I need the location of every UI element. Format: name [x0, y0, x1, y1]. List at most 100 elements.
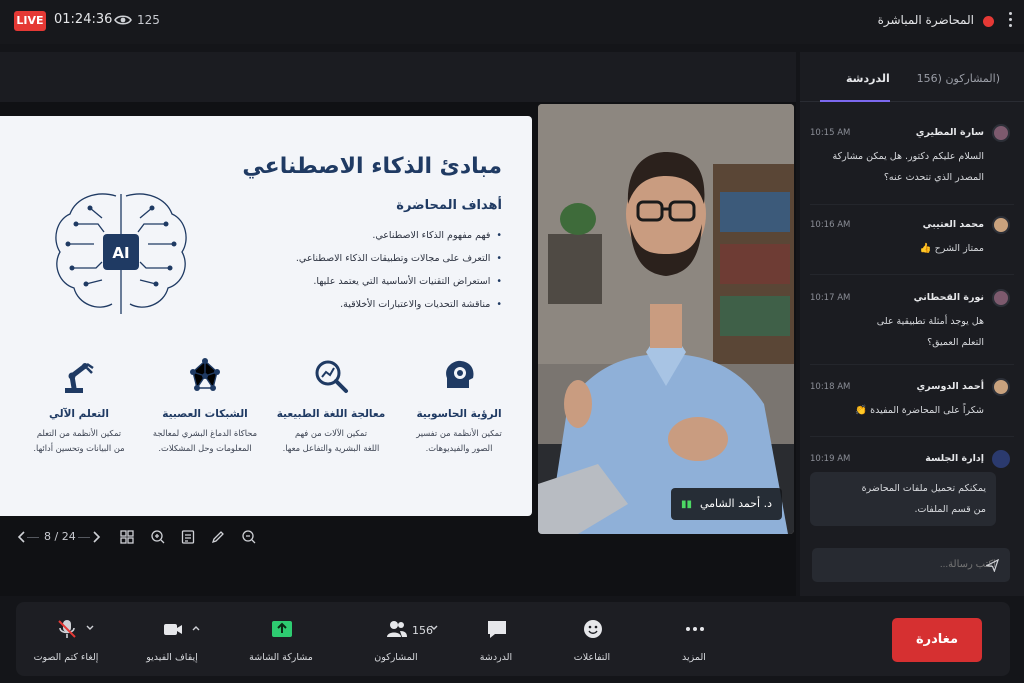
message-divider: [810, 364, 1014, 365]
message-time: 10:15 AM: [810, 128, 851, 138]
chat-message-input[interactable]: [812, 548, 1010, 582]
presentation-slide: مبادئ الذكاء الاصطناعي أهداف المحاضرة فه…: [0, 116, 532, 516]
control-label: المشاركون: [374, 652, 418, 663]
nav-divider: [27, 537, 39, 538]
chat-button[interactable]: الدردشة: [446, 602, 546, 676]
message-time: 10:16 AM: [810, 220, 851, 230]
control-label: مشاركة الشاشة: [249, 652, 313, 663]
message-author: إدارة الجلسة: [925, 453, 984, 464]
send-icon[interactable]: [986, 559, 999, 572]
slide-title: مبادئ الذكاء الاصطناعي: [242, 154, 502, 179]
speaker-video-frame: [538, 104, 794, 534]
message-text: شكراً على المحاضرة المفيدة 👏: [855, 405, 984, 416]
stop-video-button[interactable]: إيقاف الفيديو: [122, 602, 222, 676]
active-tab-indicator: [820, 100, 890, 102]
unmute-button[interactable]: إلغاء كتم الصوت: [16, 602, 116, 676]
participants-button[interactable]: المشاركون: [346, 602, 446, 676]
chevron-down-icon[interactable]: [430, 625, 438, 631]
top-bar: LIVE 01:24:36 125 المحاضرة المباشرة: [0, 0, 1024, 44]
message-text: السلام عليكم دكتور. هل يمكن مشاركة: [832, 151, 984, 162]
recording-dot-icon: [983, 16, 994, 27]
chevron-down-icon[interactable]: [86, 625, 94, 631]
message-divider: [810, 204, 1014, 205]
viewer-count: 125: [137, 13, 160, 27]
message-text: التعلم العميق؟: [927, 337, 984, 348]
feature-neural-networks: الشبكات العصبية محاكاة الدماغ البشري لمع…: [150, 356, 260, 456]
chat-message: أحمد الدوسري 10:18 AM شكراً على المحاضرة …: [810, 378, 1014, 421]
speaker-video[interactable]: د. أحمد الشامي ▮▮: [538, 104, 794, 534]
chat-message: سارة المطيري 10:15 AM السلام عليكم دكتور.…: [810, 124, 1014, 188]
message-text: من قسم الملفات.: [914, 504, 986, 515]
feature-desc: من البيانات وتحسين أدائها.: [33, 443, 125, 453]
feature-title: التعلم الآلي: [49, 408, 109, 420]
feature-desc: المعلومات وحل المشكلات.: [158, 443, 252, 453]
feature-desc: محاكاة الدماغ البشري لمعالجة: [152, 428, 258, 438]
network-icon: [190, 358, 220, 391]
message-author: نورة القحطاني: [913, 292, 984, 303]
chat-message: نورة القحطاني 10:17 AM هل يوجد أمثلة تطبي…: [810, 289, 1014, 353]
feature-desc: الصور والفيديوهات.: [425, 443, 493, 453]
feature-title: معالجة اللغة الطبيعية: [276, 408, 386, 420]
chevron-right-icon[interactable]: [88, 529, 104, 545]
speaker-name-tag: د. أحمد الشامي ▮▮: [670, 488, 782, 520]
share-screen-button[interactable]: مشاركة الشاشة: [231, 602, 331, 676]
control-label: إيقاف الفيديو: [146, 652, 198, 663]
people-icon: [387, 621, 407, 637]
pen-icon[interactable]: [210, 529, 226, 545]
slide-navigation: 8 / 24: [0, 520, 532, 554]
reactions-button[interactable]: التفاعلات: [542, 602, 642, 676]
video-camera-icon: [164, 624, 182, 635]
feature-desc: تمكين الآلات من فهم: [294, 428, 368, 438]
message-divider: [810, 436, 1014, 437]
avatar: [992, 124, 1010, 142]
chat-tabs: (المشاركون (156 الدردشة: [800, 52, 1024, 102]
notes-icon[interactable]: [180, 529, 196, 545]
chat-message-moderator: إدارة الجلسة 10:19 AM يمكنكم تحميل ملفات …: [810, 450, 1014, 526]
chat-panel: (المشاركون (156 الدردشة سارة المطيري 10:1…: [800, 52, 1024, 596]
tab-participants[interactable]: (المشاركون (156: [917, 72, 1000, 85]
feature-computer-vision: الرؤية الحاسوبية تمكين الأنظمة من تفسير …: [404, 356, 514, 456]
chevron-up-icon[interactable]: [192, 625, 200, 631]
message-text: يمكنكم تحميل ملفات المحاضرة: [861, 483, 986, 494]
message-bubble: يمكنكم تحميل ملفات المحاضرة من قسم الملف…: [810, 472, 996, 526]
message-text: هل يوجد أمثلة تطبيقية على: [876, 316, 984, 327]
message-divider: [810, 274, 1014, 275]
message-text: ممتاز الشرح 👍: [919, 243, 984, 254]
feature-desc: اللغة البشرية والتفاعل معها.: [282, 443, 380, 453]
message-time: 10:19 AM: [810, 454, 851, 464]
message-time: 10:18 AM: [810, 382, 851, 392]
feature-machine-learning: التعلم الآلي تمكين الأنظمة من التعلم من …: [24, 356, 134, 456]
message-time: 10:17 AM: [810, 293, 851, 303]
share-screen-icon: [272, 621, 292, 637]
slide-bullet: التعرف على مجالات وتطبيقات الذكاء الاصطن…: [282, 247, 502, 270]
session-timer: 01:24:36: [54, 12, 113, 27]
tab-chat[interactable]: الدردشة: [846, 72, 890, 85]
message-author: محمد العتيبي: [922, 219, 984, 230]
control-label: المزيد: [682, 652, 706, 663]
avatar: [992, 216, 1010, 234]
slide-bullet: فهم مفهوم الذكاء الاصطناعي.: [282, 224, 502, 247]
zoom-out-icon[interactable]: [241, 529, 257, 545]
more-options-icon[interactable]: [1009, 12, 1013, 32]
control-label: التفاعلات: [573, 652, 611, 663]
live-badge: LIVE: [14, 11, 46, 31]
feature-title: الرؤية الحاسوبية: [416, 408, 502, 420]
mic-off-icon: [58, 620, 76, 638]
grid-view-icon[interactable]: [119, 529, 135, 545]
chat-message: محمد العتيبي 10:16 AM ممتاز الشرح 👍: [810, 216, 1014, 259]
stage-toolbar-strip: [0, 52, 796, 102]
zoom-in-icon[interactable]: [150, 529, 166, 545]
smiley-icon: [584, 620, 602, 638]
feature-desc: تمكين الأنظمة من التعلم: [36, 428, 122, 438]
moderator-icon: [992, 450, 1010, 468]
more-button[interactable]: المزيد: [644, 602, 744, 676]
leave-button[interactable]: مغادرة: [892, 618, 982, 662]
session-title: المحاضرة المباشرة: [877, 13, 974, 27]
speaker-name: د. أحمد الشامي: [699, 497, 772, 510]
control-label: الدردشة: [479, 652, 513, 663]
meeting-controls: إلغاء كتم الصوت إيقاف الفيديو مشاركة الش…: [16, 602, 1010, 676]
ellipsis-icon: [686, 627, 704, 631]
control-label: إلغاء كتم الصوت: [33, 652, 99, 663]
ai-brain-icon: AI: [55, 193, 187, 314]
slide-bullets: فهم مفهوم الذكاء الاصطناعي. التعرف على م…: [282, 224, 502, 316]
